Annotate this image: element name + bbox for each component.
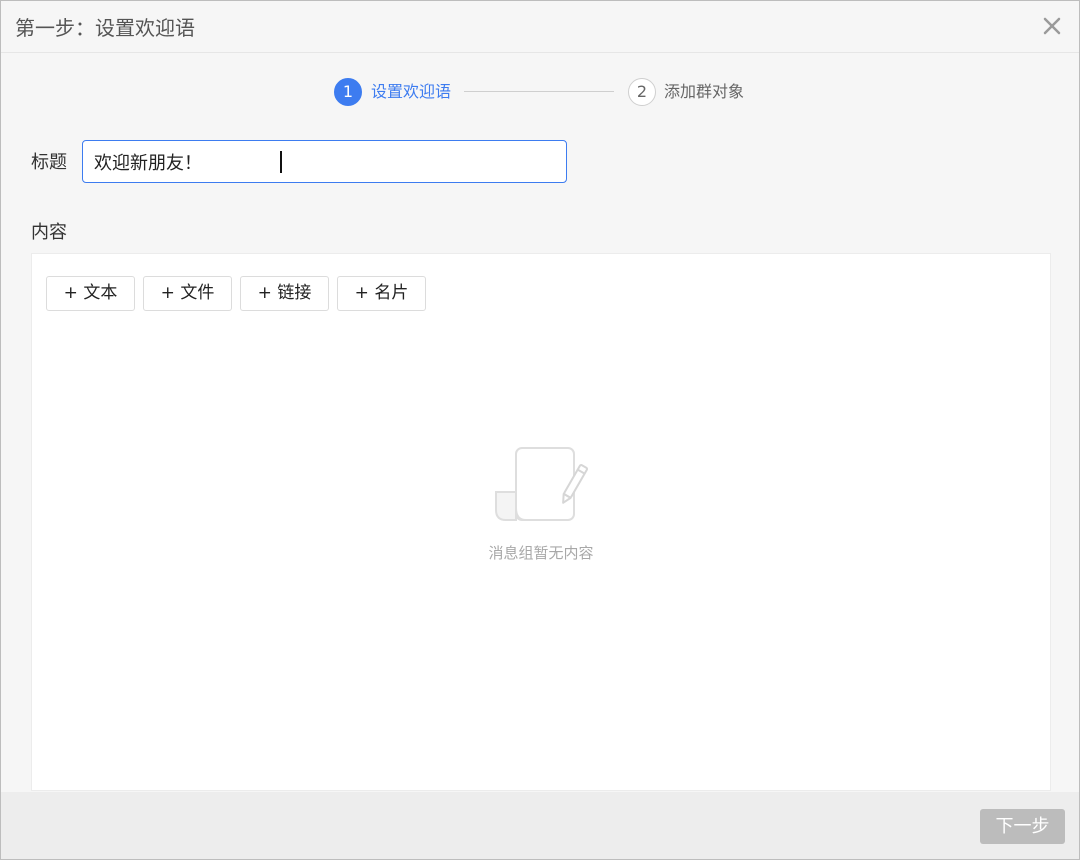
title-input-wrapper (82, 140, 567, 183)
dialog-titlebar: 第一步：设置欢迎语 (1, 1, 1079, 53)
next-step-button[interactable]: 下一步 (980, 809, 1065, 844)
text-caret (280, 151, 282, 173)
content-panel: + 文本 + 文件 + 链接 + 名片 消息组暂无内容 (31, 253, 1051, 791)
content-field-label: 内容 (31, 222, 67, 243)
add-file-button[interactable]: + 文件 (143, 276, 232, 311)
step-connector (464, 91, 614, 92)
close-icon (1043, 17, 1061, 35)
step-1-number: 1 (334, 78, 362, 106)
title-input[interactable] (83, 141, 566, 182)
step-1-label: 设置欢迎语 (371, 82, 452, 101)
step-indicator: 1 设置欢迎语 2 添加群对象 (1, 77, 1079, 107)
empty-document-icon (495, 447, 589, 521)
dialog-title: 第一步：设置欢迎语 (15, 16, 195, 40)
add-link-button[interactable]: + 链接 (240, 276, 329, 311)
step-2-number: 2 (628, 78, 656, 106)
close-button[interactable] (1039, 13, 1065, 39)
welcome-dialog: 第一步：设置欢迎语 1 设置欢迎语 2 添加群对象 标题 内容 + 文本 + 文… (0, 0, 1080, 860)
title-field-label: 标题 (31, 152, 67, 173)
add-card-button[interactable]: + 名片 (337, 276, 426, 311)
empty-state-text: 消息组暂无内容 (488, 544, 594, 562)
step-2-label: 添加群对象 (664, 82, 745, 101)
dialog-footer: 下一步 (1, 792, 1079, 859)
add-text-button[interactable]: + 文本 (46, 276, 135, 311)
